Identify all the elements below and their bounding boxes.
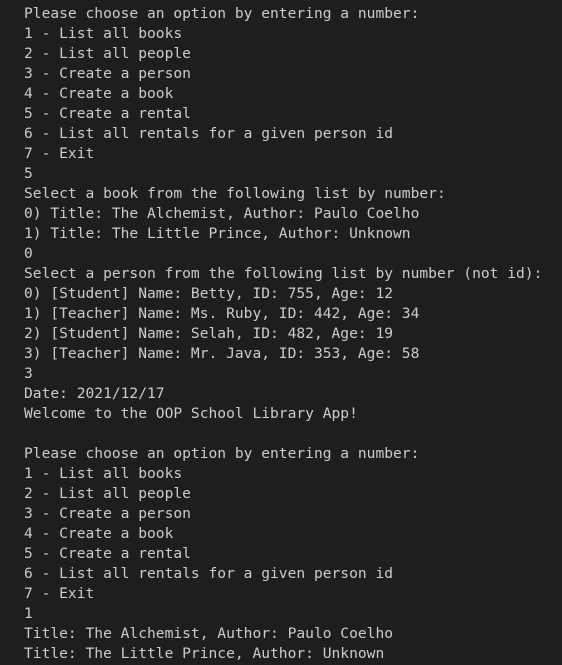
menu-option: 5 - Create a rental bbox=[24, 105, 191, 122]
person-list-item: 2) [Student] Name: Selah, ID: 482, Age: … bbox=[24, 325, 394, 342]
menu-prompt: Please choose an option by entering a nu… bbox=[24, 5, 420, 22]
book-select-prompt: Select a book from the following list by… bbox=[24, 185, 446, 202]
menu-option: 4 - Create a book bbox=[24, 525, 174, 542]
menu-option: 2 - List all people bbox=[24, 485, 191, 502]
person-list-item: 3) [Teacher] Name: Mr. Java, ID: 353, Ag… bbox=[24, 345, 420, 362]
menu-option: 5 - Create a rental bbox=[24, 545, 191, 562]
person-list-item: 0) [Student] Name: Betty, ID: 755, Age: … bbox=[24, 285, 394, 302]
book-output: Title: The Alchemist, Author: Paulo Coel… bbox=[24, 625, 394, 642]
terminal-output[interactable]: Please choose an option by entering a nu… bbox=[0, 0, 562, 665]
user-input: 0 bbox=[24, 245, 33, 262]
book-list-item: 1) Title: The Little Prince, Author: Unk… bbox=[24, 225, 411, 242]
user-input: 1 bbox=[24, 605, 33, 622]
menu-option: 7 - Exit bbox=[24, 585, 95, 602]
menu-option: 3 - Create a person bbox=[24, 65, 191, 82]
book-output: Title: The Little Prince, Author: Unknow… bbox=[24, 645, 385, 662]
book-list-item: 0) Title: The Alchemist, Author: Paulo C… bbox=[24, 205, 420, 222]
menu-option: 3 - Create a person bbox=[24, 505, 191, 522]
menu-option: 6 - List all rentals for a given person … bbox=[24, 565, 394, 582]
menu-prompt: Please choose an option by entering a nu… bbox=[24, 445, 420, 462]
menu-option: 1 - List all books bbox=[24, 465, 183, 482]
person-list-item: 1) [Teacher] Name: Ms. Ruby, ID: 442, Ag… bbox=[24, 305, 420, 322]
menu-option: 1 - List all books bbox=[24, 25, 183, 42]
menu-option: 4 - Create a book bbox=[24, 85, 174, 102]
date-output: Date: 2021/12/17 bbox=[24, 385, 165, 402]
user-input: 5 bbox=[24, 165, 33, 182]
menu-option: 7 - Exit bbox=[24, 145, 95, 162]
user-input: 3 bbox=[24, 365, 33, 382]
person-select-prompt: Select a person from the following list … bbox=[24, 265, 543, 282]
welcome-message: Welcome to the OOP School Library App! bbox=[24, 405, 358, 422]
menu-option: 2 - List all people bbox=[24, 45, 191, 62]
menu-option: 6 - List all rentals for a given person … bbox=[24, 125, 394, 142]
